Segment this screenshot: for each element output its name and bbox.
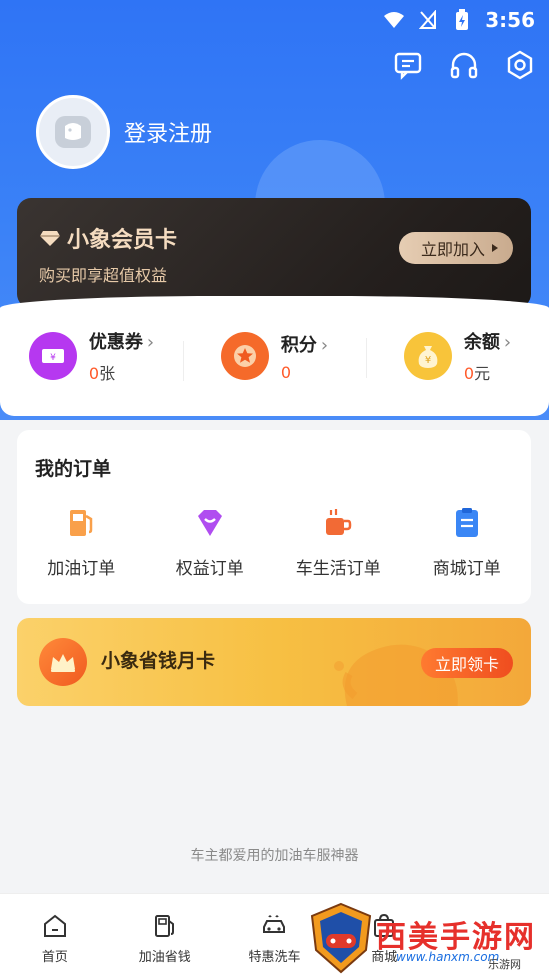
star-icon (220, 332, 269, 380)
fuel-orders-label: 加油订单 (47, 559, 116, 579)
car-life-orders-item[interactable]: 车生活订单 (274, 506, 403, 579)
order-types: 加油订单 权益订单 车生活订单 商城订单 (17, 506, 531, 579)
points-label: 积分 (280, 334, 317, 356)
tab-home[interactable]: 首页 (0, 894, 110, 976)
mall-orders-item[interactable]: 商城订单 (403, 506, 532, 579)
app-slogan: 车主都爱用的加油车服神器 (190, 848, 359, 864)
clock: 3:56 (485, 8, 535, 32)
join-member-label: 立即加入 (420, 240, 485, 259)
watermark-url: www.hanxm.com (396, 950, 500, 964)
member-card-title-text: 小象会员卡 (67, 228, 178, 253)
member-card-subtitle: 购买即享超值权益 (39, 266, 168, 285)
car-life-orders-label: 车生活订单 (295, 559, 381, 579)
equity-orders-item[interactable]: 权益订单 (146, 506, 275, 579)
header-actions (393, 50, 535, 80)
chevron-right-icon: › (320, 334, 329, 356)
coupon-stat[interactable]: ¥ 优惠券 › 0张 (0, 328, 183, 384)
battery-charging-icon (451, 9, 473, 31)
wifi-icon (383, 9, 405, 31)
balance-value: 0 (463, 364, 475, 383)
member-card[interactable]: 小象会员卡 购买即享超值权益 立即加入 (17, 198, 531, 308)
site-watermark: 西美手游网 www.hanxm.com 乐游网 (300, 898, 549, 976)
month-card-title: 小象省钱月卡 (101, 650, 216, 672)
coupon-value: 0 (88, 364, 100, 383)
equity-icon (193, 506, 227, 540)
profile-header[interactable]: 登录注册 (36, 95, 212, 169)
tab-car-wash-label: 特惠洗车 (248, 950, 301, 965)
equity-orders-label: 权益订单 (175, 559, 244, 579)
tab-home-label: 首页 (41, 950, 68, 965)
elephant-avatar-icon (55, 116, 91, 148)
coffee-icon (321, 506, 355, 540)
mall-orders-label: 商城订单 (432, 559, 501, 579)
money-bag-icon: ¥ (403, 332, 452, 380)
savings-month-card-banner[interactable]: 小象省钱月卡 立即领卡 (17, 618, 531, 706)
coupon-label: 优惠券 (88, 332, 143, 353)
svg-text:¥: ¥ (50, 353, 56, 363)
balance-label: 余额 (463, 332, 500, 353)
balance-stat[interactable]: ¥ 余额 › 0元 (366, 328, 549, 384)
gamepad-shield-logo (310, 902, 372, 974)
coupon-unit: 张 (99, 364, 116, 383)
avatar[interactable] (36, 95, 110, 169)
login-register-link[interactable]: 登录注册 (124, 116, 212, 148)
clipboard-icon (450, 506, 484, 540)
member-card-title: 小象会员卡 (39, 222, 177, 254)
play-arrow-icon (492, 244, 498, 252)
no-signal-icon (417, 9, 439, 31)
car-wash-icon (260, 912, 288, 940)
my-orders-card: 我的订单 加油订单 权益订单 车生活订单 商城订单 (17, 430, 531, 604)
settings-icon[interactable] (505, 50, 535, 80)
coupon-icon: ¥ (28, 332, 77, 380)
points-value: 0 (280, 362, 292, 382)
fuel-orders-item[interactable]: 加油订单 (17, 506, 146, 579)
watermark-sub: 乐游网 (488, 958, 521, 971)
message-icon[interactable] (393, 50, 423, 80)
crown-icon (39, 638, 87, 686)
points-stat[interactable]: 积分 › 0 (183, 331, 366, 382)
assets-panel: ¥ 优惠券 › 0张 积分 › 0 ¥ 余额 › 0元 (0, 296, 549, 416)
join-member-button[interactable]: 立即加入 (398, 232, 513, 264)
fuel-icon (64, 506, 98, 540)
tab-fuel-savings[interactable]: 加油省钱 (110, 894, 220, 976)
status-bar: 3:56 (0, 0, 549, 40)
fuel-pump-icon (151, 912, 179, 940)
balance-unit: 元 (474, 364, 491, 383)
claim-card-button[interactable]: 立即领卡 (420, 648, 513, 678)
my-orders-title: 我的订单 (35, 458, 112, 480)
home-icon (41, 912, 69, 940)
tab-fuel-savings-label: 加油省钱 (138, 950, 191, 965)
chevron-right-icon: › (146, 332, 155, 353)
headset-icon[interactable] (449, 50, 479, 80)
chevron-right-icon: › (503, 332, 512, 353)
diamond-icon (40, 231, 60, 246)
svg-text:¥: ¥ (425, 355, 431, 366)
